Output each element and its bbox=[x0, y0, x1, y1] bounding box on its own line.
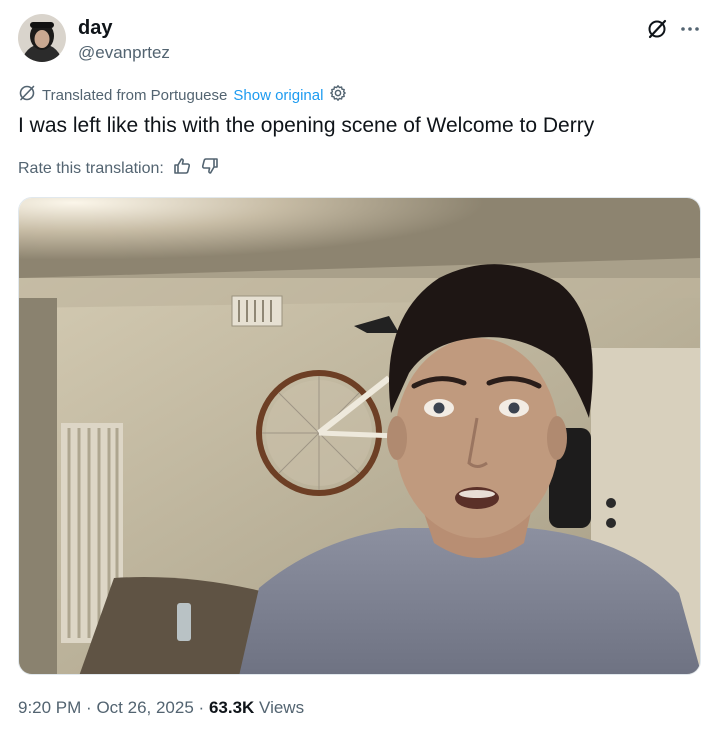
translation-notice: Translated from Portuguese Show original bbox=[18, 84, 347, 106]
thumbs-down-icon[interactable] bbox=[200, 156, 220, 181]
user-handle[interactable]: @evanprtez bbox=[78, 42, 170, 64]
tweet-time[interactable]: 9:20 PM bbox=[18, 698, 81, 717]
display-name[interactable]: day bbox=[78, 16, 170, 40]
thumbs-up-icon[interactable] bbox=[172, 156, 192, 181]
webcam-photo bbox=[19, 198, 700, 674]
tweet-date[interactable]: Oct 26, 2025 bbox=[96, 698, 193, 717]
meta-separator: · bbox=[198, 698, 205, 717]
more-icon[interactable] bbox=[680, 26, 700, 32]
meta-separator: · bbox=[86, 698, 92, 717]
tweet-text: I was left like this with the opening sc… bbox=[18, 114, 595, 137]
tweet-header: day @evanprtez bbox=[18, 14, 700, 66]
avatar[interactable] bbox=[18, 14, 66, 62]
translate-icon bbox=[18, 84, 36, 106]
gear-icon[interactable] bbox=[329, 84, 347, 106]
translated-label: Translated from Portuguese bbox=[42, 86, 228, 104]
avatar-image bbox=[18, 14, 66, 62]
grok-icon[interactable] bbox=[646, 18, 668, 40]
show-original-link[interactable]: Show original bbox=[233, 87, 323, 104]
views-count: 63.3K bbox=[208, 698, 255, 717]
views-label: Views bbox=[259, 698, 305, 717]
rate-label: Rate this translation: bbox=[18, 159, 164, 177]
top-actions bbox=[646, 18, 700, 40]
author-names: day @evanprtez bbox=[78, 16, 170, 64]
rate-translation: Rate this translation: bbox=[18, 156, 220, 181]
tweet-photo[interactable] bbox=[18, 197, 701, 675]
tweet-meta: 9:20 PM · Oct 26, 2025 · 63.3K Views bbox=[18, 697, 304, 719]
